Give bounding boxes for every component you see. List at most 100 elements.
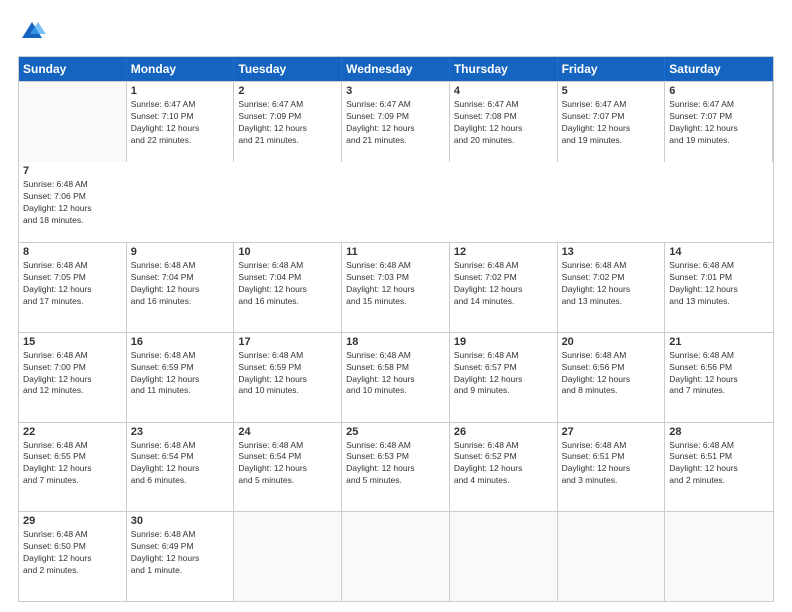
day-cell-24: 24 Sunrise: 6:48 AMSunset: 6:54 PMDayligh… [234, 423, 342, 512]
day-info: Sunrise: 6:48 AMSunset: 7:04 PMDaylight:… [238, 260, 337, 308]
day-info: Sunrise: 6:48 AMSunset: 6:55 PMDaylight:… [23, 440, 122, 488]
day-info: Sunrise: 6:48 AMSunset: 7:00 PMDaylight:… [23, 350, 122, 398]
day-info: Sunrise: 6:48 AMSunset: 6:51 PMDaylight:… [562, 440, 661, 488]
calendar-row-2: 15 Sunrise: 6:48 AMSunset: 7:00 PMDayligh… [19, 332, 773, 422]
day-number: 8 [23, 246, 122, 258]
day-info: Sunrise: 6:47 AMSunset: 7:08 PMDaylight:… [454, 99, 553, 147]
day-cell-23: 23Sunrise: 6:48 AMSunset: 6:54 PMDayligh… [127, 423, 235, 512]
day-number: 29 [23, 515, 122, 527]
header-day-wednesday: Wednesday [342, 57, 450, 81]
logo [18, 18, 48, 46]
day-cell-29: 29 Sunrise: 6:48 AMSunset: 6:50 PMDayligh… [19, 512, 127, 601]
day-number: 14 [669, 246, 769, 258]
calendar-body: 1Sunrise: 6:47 AMSunset: 7:10 PMDaylight… [19, 81, 773, 601]
day-cell-7: 7 Sunrise: 6:48 AMSunset: 7:06 PMDaylight… [19, 162, 127, 242]
day-cell-19: 19 Sunrise: 6:48 AMSunset: 6:57 PMDayligh… [450, 333, 558, 422]
day-number: 7 [23, 165, 123, 177]
day-cell-12: 12Sunrise: 6:48 AMSunset: 7:02 PMDayligh… [450, 243, 558, 332]
header-day-thursday: Thursday [450, 57, 558, 81]
day-number: 18 [346, 336, 445, 348]
day-number: 6 [669, 85, 768, 97]
day-number: 27 [562, 426, 661, 438]
calendar-header: SundayMondayTuesdayWednesdayThursdayFrid… [19, 57, 773, 81]
header-day-monday: Monday [127, 57, 235, 81]
day-number: 19 [454, 336, 553, 348]
day-number: 3 [346, 85, 445, 97]
day-info: Sunrise: 6:48 AMSunset: 7:06 PMDaylight:… [23, 179, 123, 227]
day-info: Sunrise: 6:48 AMSunset: 6:57 PMDaylight:… [454, 350, 553, 398]
day-cell-15: 15 Sunrise: 6:48 AMSunset: 7:00 PMDayligh… [19, 333, 127, 422]
day-number: 26 [454, 426, 553, 438]
day-info: Sunrise: 6:48 AMSunset: 6:59 PMDaylight:… [238, 350, 337, 398]
calendar: SundayMondayTuesdayWednesdayThursdayFrid… [18, 56, 774, 602]
header-day-sunday: Sunday [19, 57, 127, 81]
day-cell-14: 14 Sunrise: 6:48 AMSunset: 7:01 PMDayligh… [665, 243, 773, 332]
day-cell-11: 11 Sunrise: 6:48 AMSunset: 7:03 PMDayligh… [342, 243, 450, 332]
day-cell-10: 10 Sunrise: 6:48 AMSunset: 7:04 PMDayligh… [234, 243, 342, 332]
calendar-row-3: 22 Sunrise: 6:48 AMSunset: 6:55 PMDayligh… [19, 422, 773, 512]
day-cell-17: 17 Sunrise: 6:48 AMSunset: 6:59 PMDayligh… [234, 333, 342, 422]
logo-icon [18, 18, 46, 46]
empty-cell [450, 512, 558, 601]
day-info: Sunrise: 6:48 AMSunset: 6:54 PMDaylight:… [131, 440, 230, 488]
day-info: Sunrise: 6:48 AMSunset: 6:54 PMDaylight:… [238, 440, 337, 488]
header-day-tuesday: Tuesday [234, 57, 342, 81]
day-cell-16: 16 Sunrise: 6:48 AMSunset: 6:59 PMDayligh… [127, 333, 235, 422]
day-info: Sunrise: 6:47 AMSunset: 7:09 PMDaylight:… [238, 99, 337, 147]
page: SundayMondayTuesdayWednesdayThursdayFrid… [0, 0, 792, 612]
day-number: 28 [669, 426, 769, 438]
empty-cell [234, 512, 342, 601]
day-number: 4 [454, 85, 553, 97]
day-number: 20 [562, 336, 661, 348]
day-number: 17 [238, 336, 337, 348]
day-number: 9 [131, 246, 230, 258]
empty-cell [342, 512, 450, 601]
empty-cell [665, 512, 773, 601]
day-cell-8: 8Sunrise: 6:48 AMSunset: 7:05 PMDaylight… [19, 243, 127, 332]
day-number: 15 [23, 336, 122, 348]
day-number: 22 [23, 426, 122, 438]
day-number: 24 [238, 426, 337, 438]
day-number: 12 [454, 246, 553, 258]
day-info: Sunrise: 6:47 AMSunset: 7:09 PMDaylight:… [346, 99, 445, 147]
day-number: 25 [346, 426, 445, 438]
day-cell-5: 5Sunrise: 6:47 AMSunset: 7:07 PMDaylight… [558, 82, 666, 162]
day-cell-21: 21 Sunrise: 6:48 AMSunset: 6:56 PMDayligh… [665, 333, 773, 422]
day-number: 21 [669, 336, 769, 348]
day-number: 16 [131, 336, 230, 348]
day-info: Sunrise: 6:48 AMSunset: 6:59 PMDaylight:… [131, 350, 230, 398]
day-info: Sunrise: 6:48 AMSunset: 6:50 PMDaylight:… [23, 529, 122, 577]
day-info: Sunrise: 6:47 AMSunset: 7:07 PMDaylight:… [669, 99, 768, 147]
calendar-row-4: 29 Sunrise: 6:48 AMSunset: 6:50 PMDayligh… [19, 511, 773, 601]
day-number: 11 [346, 246, 445, 258]
day-cell-2: 2 Sunrise: 6:47 AMSunset: 7:09 PMDaylight… [234, 82, 342, 162]
day-info: Sunrise: 6:48 AMSunset: 6:51 PMDaylight:… [669, 440, 769, 488]
day-info: Sunrise: 6:48 AMSunset: 7:04 PMDaylight:… [131, 260, 230, 308]
day-info: Sunrise: 6:48 AMSunset: 6:49 PMDaylight:… [131, 529, 230, 577]
day-cell-25: 25 Sunrise: 6:48 AMSunset: 6:53 PMDayligh… [342, 423, 450, 512]
day-info: Sunrise: 6:48 AMSunset: 6:56 PMDaylight:… [669, 350, 769, 398]
day-cell-9: 9 Sunrise: 6:48 AMSunset: 7:04 PMDaylight… [127, 243, 235, 332]
day-cell-4: 4 Sunrise: 6:47 AMSunset: 7:08 PMDaylight… [450, 82, 558, 162]
day-info: Sunrise: 6:47 AMSunset: 7:07 PMDaylight:… [562, 99, 661, 147]
day-cell-1: 1Sunrise: 6:47 AMSunset: 7:10 PMDaylight… [127, 82, 235, 162]
calendar-row-0: 1Sunrise: 6:47 AMSunset: 7:10 PMDaylight… [19, 81, 773, 242]
calendar-row-1: 8Sunrise: 6:48 AMSunset: 7:05 PMDaylight… [19, 242, 773, 332]
day-info: Sunrise: 6:48 AMSunset: 6:58 PMDaylight:… [346, 350, 445, 398]
day-info: Sunrise: 6:48 AMSunset: 6:56 PMDaylight:… [562, 350, 661, 398]
day-cell-6: 6 Sunrise: 6:47 AMSunset: 7:07 PMDaylight… [665, 82, 773, 162]
day-info: Sunrise: 6:48 AMSunset: 7:01 PMDaylight:… [669, 260, 769, 308]
day-cell-26: 26 Sunrise: 6:48 AMSunset: 6:52 PMDayligh… [450, 423, 558, 512]
day-info: Sunrise: 6:48 AMSunset: 6:52 PMDaylight:… [454, 440, 553, 488]
day-info: Sunrise: 6:48 AMSunset: 6:53 PMDaylight:… [346, 440, 445, 488]
empty-cell [558, 512, 666, 601]
day-info: Sunrise: 6:47 AMSunset: 7:10 PMDaylight:… [131, 99, 230, 147]
day-number: 10 [238, 246, 337, 258]
day-cell-20: 20 Sunrise: 6:48 AMSunset: 6:56 PMDayligh… [558, 333, 666, 422]
day-info: Sunrise: 6:48 AMSunset: 7:03 PMDaylight:… [346, 260, 445, 308]
day-info: Sunrise: 6:48 AMSunset: 7:02 PMDaylight:… [562, 260, 661, 308]
header [18, 18, 774, 46]
header-day-friday: Friday [558, 57, 666, 81]
empty-cell [19, 82, 127, 162]
day-number: 2 [238, 85, 337, 97]
